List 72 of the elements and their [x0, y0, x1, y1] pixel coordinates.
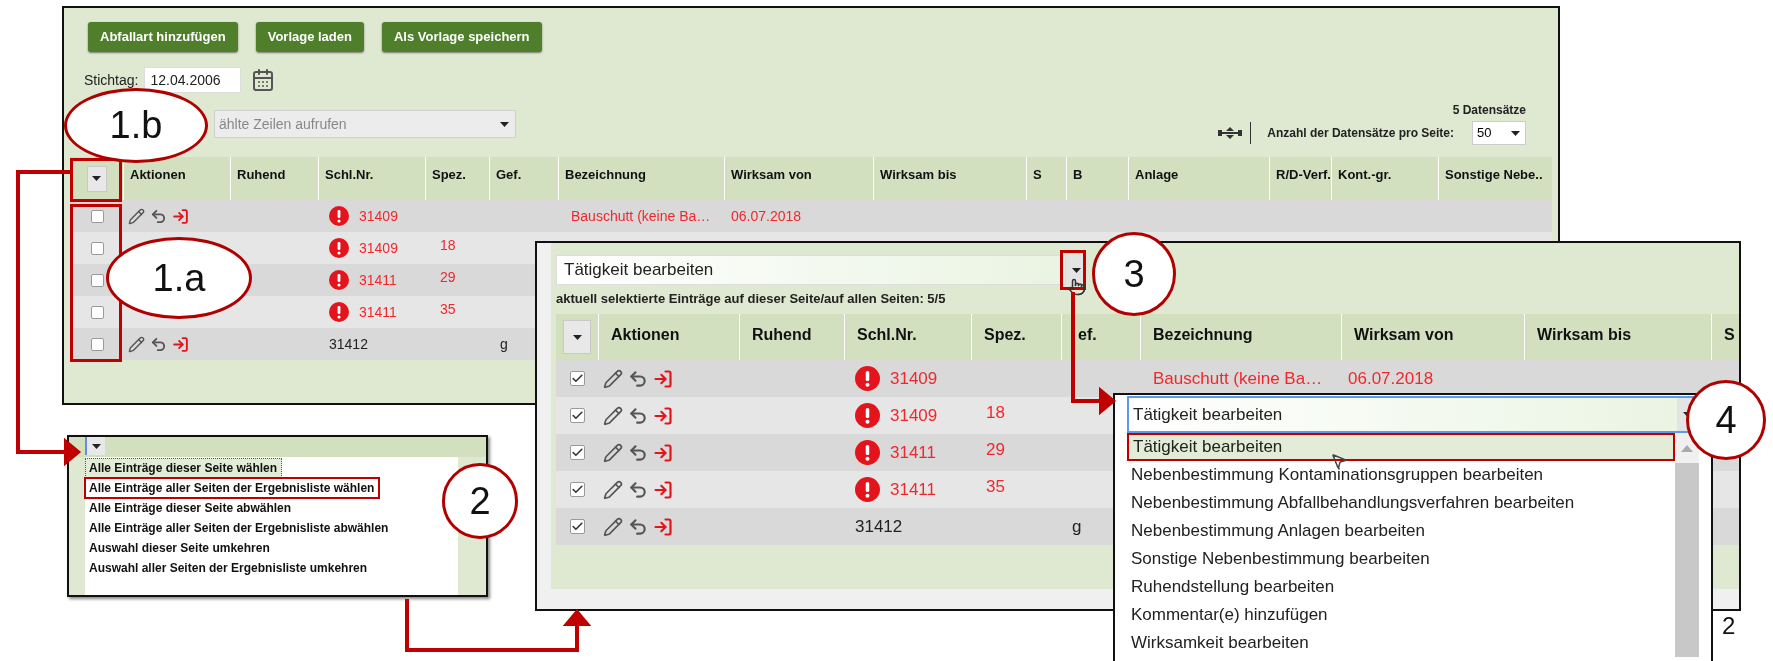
per-page-label: Anzahl der Datensätze pro Seite: — [1267, 125, 1454, 142]
column-header[interactable]: Wirksam bis — [880, 165, 957, 185]
column-header[interactable]: Bezeichnung — [565, 165, 646, 185]
table-cell-text: g — [1072, 515, 1082, 538]
toolbar-button[interactable]: Als Vorlage speichern — [381, 22, 542, 52]
table-cell-text: 31409 — [890, 367, 938, 390]
dropdown-option[interactable]: Nebenbestimmung Kontaminationsgruppen bearbeiten — [1127, 461, 1675, 489]
table-cell-text: Bauschutt (keine Ba… — [571, 206, 711, 226]
table-cell-text: 29 — [440, 268, 456, 287]
menu-item[interactable]: Alle Einträge aller Seiten der Ergebnisliste abwählen — [85, 518, 394, 538]
column-header[interactable]: ef. — [1078, 323, 1097, 347]
column-header[interactable]: Ruhend — [237, 165, 286, 185]
column-header[interactable]: Aktionen — [130, 165, 186, 185]
column-header[interactable]: Aktionen — [611, 323, 680, 347]
action-select[interactable]: Tätigkeit bearbeiten — [1133, 401, 1283, 428]
dropdown-option[interactable]: Sonstige Nebenbestimmung bearbeiten — [1127, 545, 1675, 573]
dropdown-option[interactable]: Kommentar(e) hinzufügen — [1127, 601, 1675, 629]
table-cell-text: 31412 — [855, 515, 903, 538]
table-cell-text: 18 — [440, 236, 456, 255]
column-header[interactable]: Spez. — [984, 323, 1026, 347]
table-cell-text: 31411 — [890, 441, 936, 464]
date-label: Stichtag: — [84, 70, 139, 90]
menu-item[interactable]: Auswahl dieser Seite umkehren — [85, 538, 275, 558]
table-cell-text: 31409 — [359, 238, 398, 258]
table-cell-text: g — [500, 334, 508, 354]
table-cell-text: Bauschutt (keine Ba… — [1153, 367, 1323, 390]
table-cell-text: 31409 — [890, 404, 938, 427]
menu-item[interactable]: Auswahl aller Seiten der Ergebnisliste umkehren — [85, 558, 373, 578]
column-header[interactable]: Gef. — [496, 165, 522, 185]
table-cell-text: 31411 — [890, 478, 936, 501]
column-header[interactable]: Schl.Nr. — [857, 323, 917, 347]
callout-bubble: 2 — [442, 463, 518, 539]
table-cell-text: 31409 — [359, 206, 398, 226]
table-cell-text: 18 — [986, 402, 1005, 424]
record-count: 5 Datensätze — [1452, 102, 1526, 119]
column-header[interactable]: Wirksam von — [731, 165, 812, 185]
date-field[interactable]: 12.04.2006 — [144, 67, 242, 93]
column-header[interactable]: Bezeichnung — [1153, 323, 1253, 347]
column-header[interactable]: Spez. — [432, 165, 466, 185]
action-select[interactable]: Tätigkeit bearbeiten — [556, 255, 1066, 285]
dropdown-option[interactable]: Wirksamkeit bearbeiten — [1127, 629, 1675, 657]
menu-item[interactable]: Alle Einträge dieser Seite abwählen — [85, 498, 297, 518]
column-header[interactable]: Wirksam bis — [1537, 323, 1632, 347]
selection-status: aktuell selektierte Einträge auf dieser Seite/auf allen Seiten: 5/5 — [556, 290, 947, 307]
column-header[interactable]: Kont.-gr. — [1338, 165, 1392, 185]
table-cell-text: 06.07.2018 — [731, 206, 802, 226]
table-cell-text: 35 — [986, 476, 1005, 498]
table-cell-text: 29 — [986, 439, 1005, 461]
column-header[interactable]: Wirksam von — [1354, 323, 1454, 347]
column-header[interactable]: Ruhend — [752, 323, 812, 347]
column-header[interactable]: Sonstige Nebe.. — [1445, 165, 1543, 185]
table-cell-text: 31411 — [359, 270, 397, 290]
per-page-select[interactable]: 50 — [1472, 121, 1526, 145]
column-header[interactable]: S — [1724, 323, 1735, 347]
table-cell-text: 31412 — [329, 334, 368, 354]
table-cell-text: 35 — [440, 300, 456, 319]
page-number: 2 — [1722, 614, 1736, 638]
column-header[interactable]: B — [1073, 165, 1083, 185]
dropdown-option[interactable]: Tätigkeit bearbeiten — [1127, 433, 1675, 461]
table-cell-text: 31411 — [359, 302, 397, 322]
dropdown-option[interactable]: Ruhendstellung bearbeiten — [1127, 573, 1675, 601]
column-header[interactable]: S — [1033, 165, 1042, 185]
dropdown-option[interactable]: Nebenbestimmung Abfallbehandlungsverfahren bearbeiten — [1127, 489, 1675, 517]
column-header[interactable]: Schl.Nr. — [325, 165, 374, 185]
column-header[interactable]: R/D-Verf. — [1276, 165, 1331, 185]
toolbar-button[interactable]: Vorlage laden — [255, 22, 364, 52]
table-cell-text: 06.07.2018 — [1348, 367, 1434, 390]
menu-item[interactable]: Alle Einträge aller Seiten der Ergebnisliste wählen — [85, 478, 380, 498]
column-header[interactable]: Anlage — [1135, 165, 1179, 185]
dropdown-option[interactable]: Nebenbestimmung Anlagen bearbeiten — [1127, 517, 1675, 545]
menu-item[interactable]: Alle Einträge dieser Seite wählen — [85, 458, 283, 478]
toolbar-button[interactable]: Abfallart hinzufügen — [88, 22, 238, 52]
